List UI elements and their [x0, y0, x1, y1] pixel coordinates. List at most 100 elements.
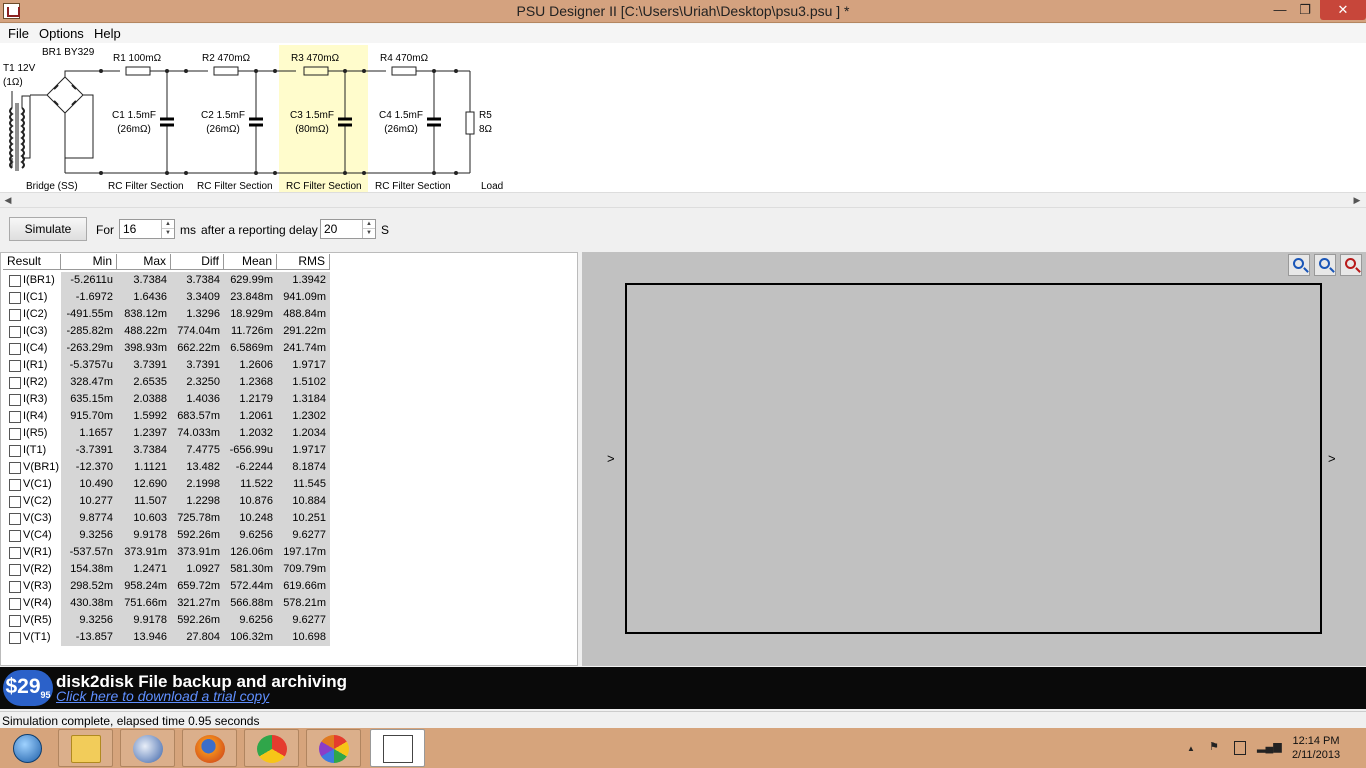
- duration-updown[interactable]: ▲ ▼: [161, 220, 174, 238]
- tray-overflow-icon[interactable]: ▲: [1187, 744, 1195, 753]
- close-button[interactable]: ✕: [1320, 0, 1366, 20]
- duration-spinner[interactable]: 16 ▲ ▼: [119, 219, 175, 239]
- duration-up-icon[interactable]: ▲: [162, 220, 174, 229]
- row-checkbox[interactable]: [9, 564, 21, 576]
- row-checkbox[interactable]: [9, 275, 21, 287]
- row-result-name: I(C3): [23, 325, 48, 337]
- cell-max: 3.7384: [117, 442, 171, 459]
- scroll-right-icon[interactable]: ▶: [1350, 194, 1364, 207]
- row-checkbox[interactable]: [9, 496, 21, 508]
- plot-area[interactable]: [625, 283, 1322, 634]
- menu-file[interactable]: File: [8, 26, 29, 41]
- row-checkbox[interactable]: [9, 394, 21, 406]
- c1-value[interactable]: C1 1.5mF: [108, 110, 160, 121]
- row-checkbox[interactable]: [9, 411, 21, 423]
- header-rms[interactable]: RMS: [277, 254, 330, 270]
- battery-icon[interactable]: [1234, 741, 1246, 755]
- r3-label[interactable]: R3 470mΩ: [291, 53, 339, 64]
- header-min[interactable]: Min: [61, 254, 117, 270]
- delay-updown[interactable]: ▲ ▼: [362, 220, 375, 238]
- taskbar-chrome[interactable]: [244, 729, 299, 767]
- ad-banner[interactable]: $2995 disk2disk File backup and archivin…: [0, 667, 1366, 709]
- taskbar-psu-designer[interactable]: [370, 729, 425, 767]
- taskbar-thunderbird[interactable]: [120, 729, 175, 767]
- r5-label[interactable]: R5: [479, 110, 492, 121]
- row-checkbox[interactable]: [9, 513, 21, 525]
- header-mean[interactable]: Mean: [224, 254, 277, 270]
- r4-label[interactable]: R4 470mΩ: [380, 53, 428, 64]
- zoom-reset-button[interactable]: [1340, 254, 1362, 276]
- cell-mean: 566.88m: [224, 595, 277, 612]
- maximize-button[interactable]: ❐: [1293, 0, 1317, 20]
- row-result-name: I(C2): [23, 308, 48, 320]
- results-table[interactable]: Result Min Max Diff Mean RMS I(BR1) -5.26…: [0, 252, 578, 666]
- cell-min: 10.490: [61, 476, 117, 493]
- cell-mean: 10.248: [224, 510, 277, 527]
- cell-rms: 578.21m: [277, 595, 330, 612]
- delay-value[interactable]: 20: [324, 222, 337, 236]
- schematic-scrollbar[interactable]: ◀ ▶: [0, 192, 1366, 208]
- network-icon[interactable]: ▂▄▆: [1257, 740, 1282, 753]
- row-checkbox[interactable]: [9, 428, 21, 440]
- row-checkbox[interactable]: [9, 360, 21, 372]
- system-clock[interactable]: 12:14 PM 2/11/2013: [1280, 734, 1352, 762]
- cell-rms: 1.2302: [277, 408, 330, 425]
- c3-value[interactable]: C3 1.5mF: [286, 110, 338, 121]
- taskbar-explorer[interactable]: [58, 729, 113, 767]
- duration-down-icon[interactable]: ▼: [162, 229, 174, 238]
- delay-up-icon[interactable]: ▲: [363, 220, 375, 229]
- zoom-in-button[interactable]: [1288, 254, 1310, 276]
- menu-help[interactable]: Help: [94, 26, 121, 41]
- row-checkbox[interactable]: [9, 309, 21, 321]
- rc-section-2-label: RC Filter Section: [197, 181, 273, 192]
- c2-value[interactable]: C2 1.5mF: [197, 110, 249, 121]
- ad-download-link[interactable]: Click here to download a trial copy: [56, 688, 269, 704]
- delay-spinner[interactable]: 20 ▲ ▼: [320, 219, 376, 239]
- header-max[interactable]: Max: [117, 254, 171, 270]
- header-diff[interactable]: Diff: [171, 254, 224, 270]
- cell-min: -491.55m: [61, 306, 117, 323]
- row-checkbox[interactable]: [9, 377, 21, 389]
- br1-label[interactable]: BR1 BY329: [42, 47, 94, 58]
- row-result-name: V(BR1): [23, 461, 60, 473]
- row-checkbox[interactable]: [9, 530, 21, 542]
- minimize-button[interactable]: —: [1268, 0, 1292, 20]
- row-checkbox[interactable]: [9, 343, 21, 355]
- zoom-out-button[interactable]: [1314, 254, 1336, 276]
- c4-value[interactable]: C4 1.5mF: [375, 110, 427, 121]
- t1-label[interactable]: T1 12V: [3, 63, 35, 74]
- row-checkbox[interactable]: [9, 479, 21, 491]
- price-badge[interactable]: $2995: [3, 670, 53, 706]
- duration-value[interactable]: 16: [123, 222, 136, 236]
- simulate-button[interactable]: Simulate: [9, 217, 87, 241]
- cell-diff: 1.3296: [171, 306, 224, 323]
- row-checkbox[interactable]: [9, 445, 21, 457]
- row-checkbox[interactable]: [9, 632, 21, 644]
- row-checkbox[interactable]: [9, 326, 21, 338]
- cell-mean: 126.06m: [224, 544, 277, 561]
- cell-max: 3.7384: [117, 272, 171, 289]
- row-checkbox[interactable]: [9, 598, 21, 610]
- scroll-left-icon[interactable]: ◀: [1, 194, 15, 207]
- cell-mean: 6.5869m: [224, 340, 277, 357]
- graph-right-arrow[interactable]: >: [1328, 451, 1336, 466]
- r2-label[interactable]: R2 470mΩ: [202, 53, 250, 64]
- taskbar-picasa[interactable]: [306, 729, 361, 767]
- delay-down-icon[interactable]: ▼: [363, 229, 375, 238]
- schematic-canvas[interactable]: T1 12V (1Ω) BR1 BY329 R1 100mΩ R2 470mΩ …: [0, 43, 1366, 193]
- row-checkbox[interactable]: [9, 581, 21, 593]
- row-result-name: V(T1): [23, 631, 51, 643]
- flag-icon[interactable]: ⚑: [1209, 740, 1219, 753]
- windows-logo-icon: [13, 734, 42, 763]
- menu-options[interactable]: Options: [39, 26, 84, 41]
- header-result[interactable]: Result: [3, 254, 61, 270]
- row-checkbox[interactable]: [9, 292, 21, 304]
- start-button[interactable]: [0, 729, 55, 767]
- row-checkbox[interactable]: [9, 615, 21, 627]
- cell-mean: -6.2244: [224, 459, 277, 476]
- r1-label[interactable]: R1 100mΩ: [113, 53, 161, 64]
- taskbar-firefox[interactable]: [182, 729, 237, 767]
- row-checkbox[interactable]: [9, 547, 21, 559]
- graph-left-arrow[interactable]: >: [607, 451, 615, 466]
- row-checkbox[interactable]: [9, 462, 21, 474]
